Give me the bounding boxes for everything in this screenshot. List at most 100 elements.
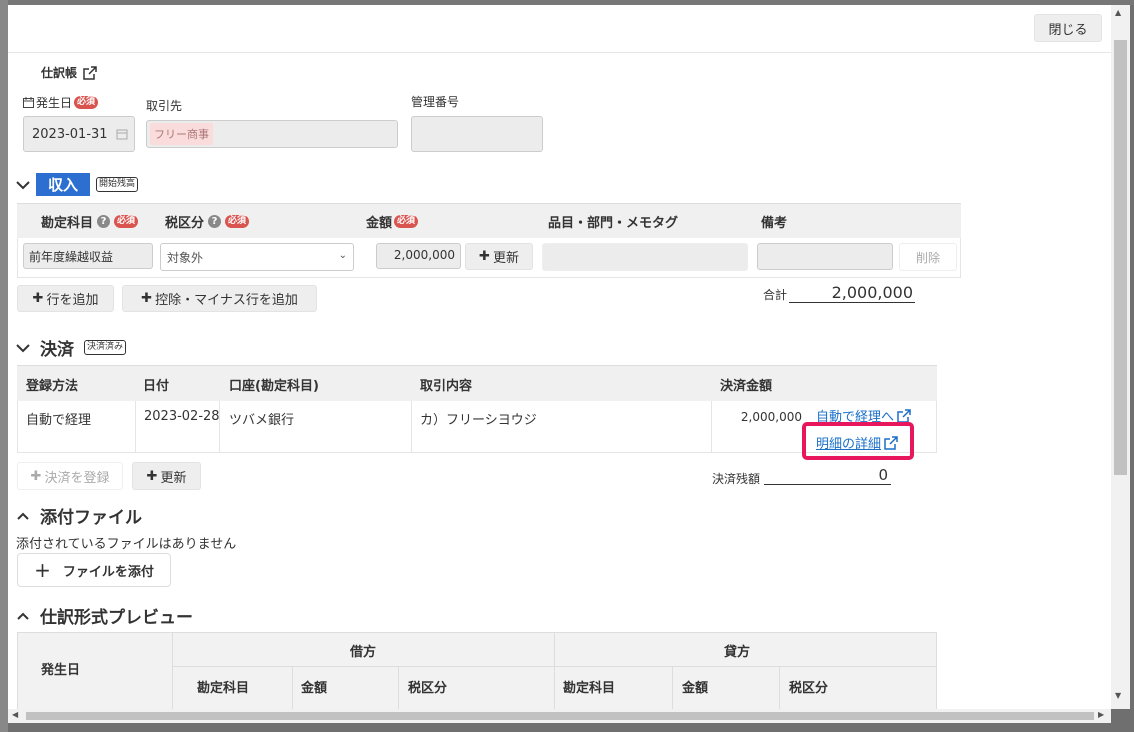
add-minus-row-label: 控除・マイナス行を追加 xyxy=(155,293,298,308)
income-header: 収入 開始残高 xyxy=(16,173,139,196)
preview-header: 仕訳形式プレビュー xyxy=(16,603,193,628)
chevron-down-icon: ⌄ xyxy=(338,250,347,261)
scroll-down-icon[interactable]: ▼ xyxy=(1115,691,1121,700)
cell-divider xyxy=(292,666,293,709)
note-input[interactable] xyxy=(757,243,893,270)
preview-col-date: 発生日 xyxy=(41,663,81,678)
col-content-header: 取引内容 xyxy=(420,379,473,394)
add-row-label: 行を追加 xyxy=(46,293,99,308)
date-label-text: 発生日 xyxy=(36,96,73,110)
row-amount: 2,000,000 xyxy=(740,410,802,424)
settlement-update-button[interactable]: ✚ 更新 xyxy=(132,462,201,490)
mgmt-label: 管理番号 xyxy=(411,95,460,109)
attach-file-label: ファイルを添付 xyxy=(62,564,154,580)
attach-file-button[interactable]: + ファイルを添付 xyxy=(17,553,171,587)
partner-label: 取引先 xyxy=(146,99,183,113)
income-table-header xyxy=(17,203,961,238)
col-method-header: 登録方法 xyxy=(26,379,79,394)
statement-detail-link[interactable]: 明細の詳細 xyxy=(816,433,898,452)
balance-value: 0 xyxy=(764,466,891,485)
col-account-label: 勘定科目 xyxy=(41,216,94,231)
chevron-down-icon[interactable] xyxy=(16,343,30,353)
horizontal-scrollbar[interactable]: ◀ ▶ xyxy=(8,709,1111,723)
col-settle-amount-header: 決済金額 xyxy=(720,379,773,394)
settled-badge: 決済済み xyxy=(84,340,127,355)
vertical-scrollbar[interactable]: ▲ ▼ xyxy=(1111,5,1130,709)
help-icon[interactable]: ? xyxy=(208,215,222,228)
required-badge: 必須 xyxy=(74,96,99,109)
col-note-header: 備考 xyxy=(761,216,788,231)
date-input[interactable]: 2023-01-31 xyxy=(23,116,135,152)
ledger-title: 仕訳帳 xyxy=(41,66,78,80)
scroll-left-icon[interactable]: ◀ xyxy=(12,710,18,719)
cell-divider xyxy=(411,401,412,453)
external-link-icon xyxy=(897,408,911,423)
partner-tag[interactable]: フリー商事 xyxy=(150,123,213,145)
col-tax-label: 税区分 xyxy=(165,216,205,231)
cell-divider xyxy=(779,666,780,709)
item-input[interactable] xyxy=(542,243,748,271)
plus-icon: ✚ xyxy=(146,468,158,484)
cell-divider xyxy=(135,401,136,453)
close-label: 閉じる xyxy=(1048,22,1088,38)
date-label: 発生日 必須 xyxy=(23,94,99,111)
chevron-up-icon[interactable] xyxy=(16,511,30,521)
mgmt-input[interactable] xyxy=(411,116,543,152)
journal-modal: 閉じる 仕訳帳 発生日 必須 2023-01-31 取引先 フリー商事 管理番号… xyxy=(8,5,1111,709)
scrollbar-thumb-h[interactable] xyxy=(26,712,1094,720)
row-content: カ）フリーシヨウジ xyxy=(420,413,537,428)
settlement-title: 決済 xyxy=(40,340,74,360)
scroll-up-icon[interactable]: ▲ xyxy=(1115,8,1121,17)
plus-icon: ✚ xyxy=(32,291,44,306)
opening-balance-badge: 開始残高 xyxy=(96,177,139,192)
cell-divider xyxy=(711,401,712,453)
statement-detail-label[interactable]: 明細の詳細 xyxy=(816,433,881,452)
help-icon[interactable]: ? xyxy=(97,215,111,228)
total-value: 2,000,000 xyxy=(789,283,915,303)
row-method: 自動で経理 xyxy=(26,413,92,428)
add-minus-row-button[interactable]: ✚ 控除・マイナス行を追加 xyxy=(122,285,317,312)
close-button[interactable]: 閉じる xyxy=(1034,14,1102,42)
cell-divider xyxy=(672,666,673,709)
chevron-down-icon[interactable] xyxy=(16,180,30,190)
chevron-up-icon[interactable] xyxy=(16,611,30,621)
no-attachments-text: 添付されているファイルはありません xyxy=(16,537,237,552)
register-settlement-button[interactable]: ✚ 決済を登録 xyxy=(17,462,123,490)
account-input[interactable]: 前年度繰越収益 xyxy=(23,243,153,269)
plus-icon: ✚ xyxy=(30,468,42,484)
tax-select[interactable]: 対象外 ⌄ xyxy=(160,243,354,271)
row-account: ツバメ銀行 xyxy=(229,413,295,428)
preview-credit-amount: 金額 xyxy=(682,681,709,696)
calendar-icon xyxy=(23,97,34,108)
header-divider xyxy=(8,52,1111,53)
attachments-title: 添付ファイル xyxy=(40,508,142,528)
background-left xyxy=(0,0,8,732)
register-settlement-label: 決済を登録 xyxy=(44,470,110,486)
tax-value: 対象外 xyxy=(167,251,204,265)
cell-divider xyxy=(398,666,399,709)
row-date: 2023-02-28 xyxy=(144,409,220,424)
required-badge: 必須 xyxy=(394,215,419,228)
amount-input[interactable]: 2,000,000 xyxy=(376,243,461,269)
partner-input[interactable]: フリー商事 xyxy=(146,120,398,148)
external-link-icon xyxy=(83,65,97,80)
preview-credit-tax: 税区分 xyxy=(789,681,829,696)
preview-credit-account: 勘定科目 xyxy=(563,681,616,696)
calendar-picker-icon[interactable] xyxy=(116,128,128,140)
scroll-right-icon[interactable]: ▶ xyxy=(1098,710,1104,719)
scrollbar-thumb[interactable] xyxy=(1114,40,1127,475)
attachments-header: 添付ファイル xyxy=(16,503,142,528)
delete-label: 削除 xyxy=(915,250,940,265)
plus-icon: ✚ xyxy=(141,291,153,306)
col-item-header: 品目・部門・メモタグ xyxy=(548,216,679,231)
delete-button[interactable]: 削除 xyxy=(899,243,957,271)
income-update-button[interactable]: ✚ 更新 xyxy=(465,243,533,270)
ledger-link[interactable]: 仕訳帳 xyxy=(41,64,97,81)
settlement-header: 決済 決済済み xyxy=(16,335,127,360)
add-row-button[interactable]: ✚ 行を追加 xyxy=(17,285,114,312)
row-divider xyxy=(172,666,937,667)
required-badge: 必須 xyxy=(114,215,139,228)
external-link-icon xyxy=(884,435,898,450)
preview-title: 仕訳形式プレビュー xyxy=(40,608,193,628)
income-update-label: 更新 xyxy=(492,251,519,266)
